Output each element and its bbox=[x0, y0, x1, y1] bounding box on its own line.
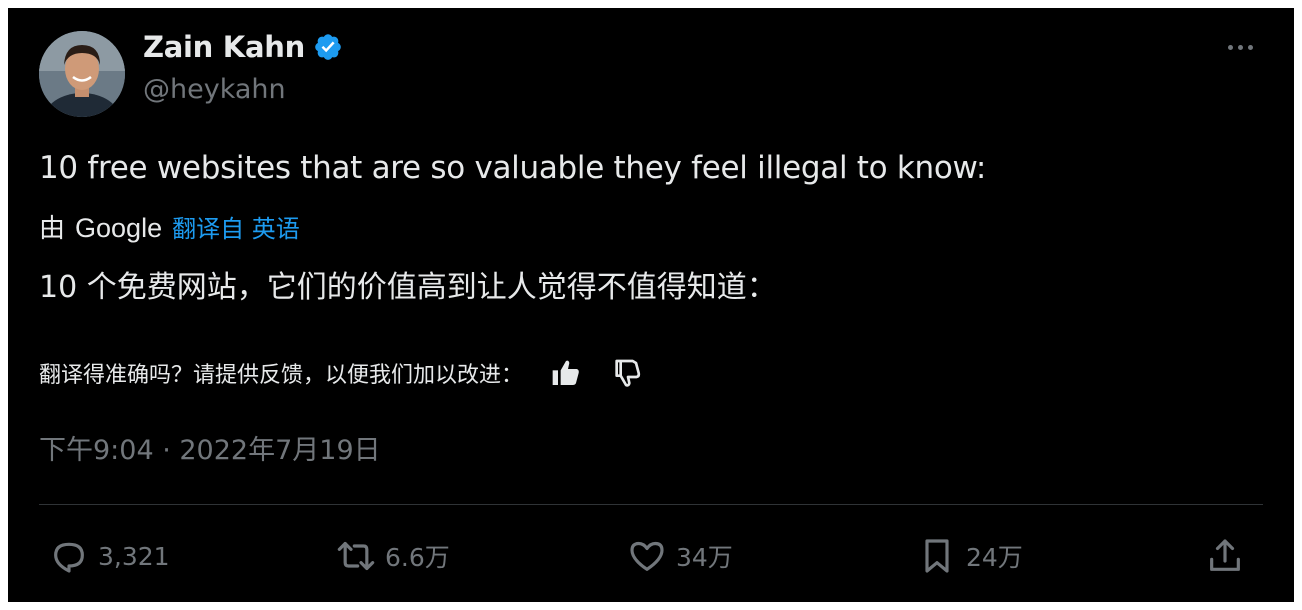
tweet-timestamp[interactable]: 下午9:04 · 2022年7月19日 bbox=[39, 428, 381, 467]
translation-attribution: 由 Google 翻译自 英语 bbox=[39, 208, 300, 245]
share-button[interactable] bbox=[1204, 536, 1246, 576]
tweet-card: Zain Kahn @heykahn 10 free websites that… bbox=[8, 8, 1294, 602]
translation-feedback: 翻译得准确吗？请提供反馈，以便我们加以改进： bbox=[39, 357, 643, 389]
divider bbox=[39, 504, 1263, 505]
verified-badge-icon bbox=[315, 34, 341, 60]
translated-from-link[interactable]: 翻译自 英语 bbox=[172, 209, 300, 244]
thumbs-up-icon[interactable] bbox=[549, 357, 583, 389]
avatar[interactable] bbox=[39, 31, 125, 117]
dot-icon bbox=[1247, 44, 1253, 50]
translated-by-prefix: 由 bbox=[39, 214, 66, 244]
reply-count: 3,321 bbox=[98, 541, 170, 571]
retweet-icon bbox=[337, 541, 375, 571]
retweet-button[interactable]: 6.6万 bbox=[335, 536, 450, 576]
author-name-row[interactable]: Zain Kahn bbox=[143, 30, 343, 64]
reply-icon bbox=[54, 542, 84, 573]
like-button[interactable]: 34万 bbox=[626, 536, 733, 576]
feedback-question: 翻译得准确吗？请提供反馈，以便我们加以改进： bbox=[39, 363, 524, 388]
translated-text: 10 个免费网站，它们的价值高到让人觉得不值得知道： bbox=[39, 270, 777, 305]
bookmark-button[interactable]: 24万 bbox=[916, 536, 1023, 576]
bookmark-icon bbox=[925, 539, 949, 573]
dot-icon bbox=[1237, 44, 1243, 50]
reply-button[interactable]: 3,321 bbox=[48, 536, 170, 576]
thumbs-down-icon[interactable] bbox=[609, 357, 643, 389]
more-options-button[interactable] bbox=[1222, 32, 1258, 62]
bookmark-count: 24万 bbox=[966, 543, 1023, 572]
like-count: 34万 bbox=[676, 543, 733, 572]
dot-icon bbox=[1227, 44, 1233, 50]
tweet-text: 10 free websites that are so valuable th… bbox=[39, 150, 987, 186]
retweet-count: 6.6万 bbox=[385, 543, 450, 572]
author-handle[interactable]: @heykahn bbox=[143, 74, 286, 105]
heart-icon bbox=[630, 541, 664, 571]
avatar-image bbox=[39, 31, 125, 117]
google-logo: Google bbox=[75, 213, 163, 243]
share-icon bbox=[1210, 539, 1240, 571]
author-name[interactable]: Zain Kahn bbox=[143, 30, 305, 64]
